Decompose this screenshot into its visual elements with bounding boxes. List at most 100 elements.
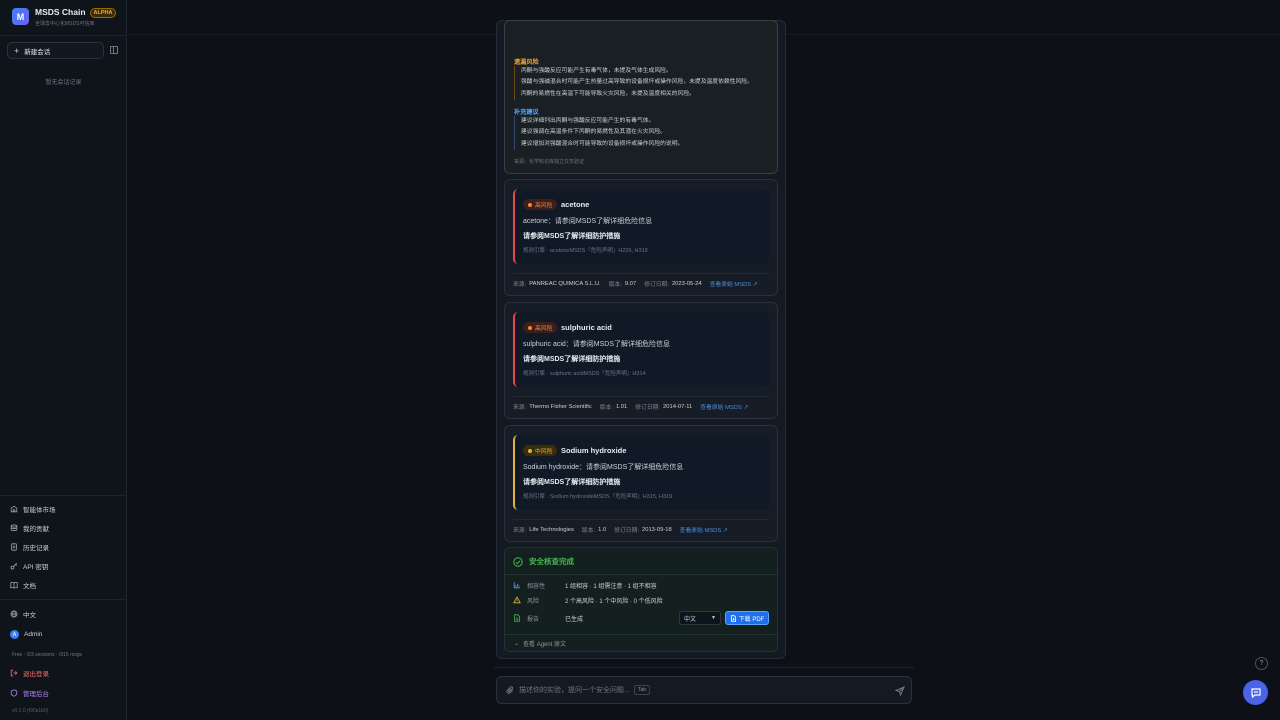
chemical-name: Sodium hydroxide bbox=[561, 446, 627, 455]
warning-icon bbox=[513, 596, 522, 604]
chemical-hazard-box: 高风险 acetone acetone：请参阅MSDS了解详细危险信息 请参阅M… bbox=[513, 189, 769, 264]
list-item: 强酸与强碱混合时可能产生热量过高导致的设备损坏或操作风险，未提及温度依赖性风险。 bbox=[521, 79, 753, 86]
hazard-description: acetone：请参阅MSDS了解详细危险信息 bbox=[523, 218, 653, 225]
feedback-chat-button[interactable] bbox=[1243, 680, 1268, 705]
dot-icon bbox=[528, 448, 532, 453]
list-item: 丙酮的易燃性在高温下可能导致火灾风险，未提及温度相关的风险。 bbox=[521, 90, 695, 97]
list-item: 丙酮与强酸反应可能产生有毒气体，未提及气体生成风险。 bbox=[521, 68, 672, 74]
missed-risks-title: 遗漏风险 bbox=[514, 59, 539, 66]
send-icon[interactable] bbox=[895, 686, 905, 696]
rule-engine-note: 规则引擎 · Sodium hydroxideMSDS『危险声明』H315, H… bbox=[523, 494, 673, 500]
divider bbox=[513, 273, 769, 274]
risk-badge: 高风险 bbox=[523, 199, 558, 210]
admin-button[interactable]: 管理后台 bbox=[10, 687, 49, 698]
view-agent-raw-toggle[interactable]: ⌄ 查看 Agent 原文 bbox=[514, 639, 566, 648]
chat-bubble-icon bbox=[1250, 687, 1261, 698]
report-value: 已生成 bbox=[565, 616, 584, 623]
list-item: 建议增加对强酸混合时可能导致的设备损坏或操作风险的说明。 bbox=[521, 140, 684, 147]
book-icon bbox=[10, 581, 18, 589]
sidebar: M MSDS Chain ALPHA 全球去中心化MSDS可信库 + 新建会话 … bbox=[0, 0, 127, 720]
sidebar-item-label: 智能体市场 bbox=[23, 506, 56, 514]
msds-source: Life Technologies bbox=[529, 526, 574, 533]
plus-icon: + bbox=[14, 45, 20, 56]
paperclip-icon[interactable] bbox=[506, 686, 515, 695]
sidebar-item-history[interactable]: 历史记录 bbox=[10, 541, 49, 552]
sidebar-item-contributions[interactable]: 我的贡献 bbox=[10, 522, 49, 533]
plan-usage: Free · 0/3 sessions · 0/15 msgs bbox=[12, 652, 83, 658]
key-icon bbox=[10, 562, 18, 570]
protection-note: 请参阅MSDS了解详细防护措施 bbox=[523, 356, 621, 363]
store-icon bbox=[10, 505, 18, 513]
result-title: 安全核查完成 bbox=[529, 557, 574, 566]
rule-engine-note: 规则引擎 · sulphuric acidMSDS『危险声明』H314 bbox=[523, 371, 646, 377]
avatar: A bbox=[10, 630, 19, 639]
new-chat-button[interactable]: + 新建会话 bbox=[7, 42, 104, 59]
chevron-down-icon: ▼ bbox=[711, 615, 716, 621]
sidebar-item-label: 历史记录 bbox=[23, 544, 49, 552]
risk-value: 2 个高风险 · 1 个中风险 · 0 个低风险 bbox=[565, 598, 663, 605]
language-label: 中文 bbox=[23, 611, 36, 619]
protection-note: 请参阅MSDS了解详细防护措施 bbox=[523, 479, 621, 486]
chemical-hazard-box: 中风险 Sodium hydroxide Sodium hydroxide：请参… bbox=[513, 435, 769, 510]
hazard-description: Sodium hydroxide：请参阅MSDS了解详细危险信息 bbox=[523, 464, 684, 471]
divider bbox=[505, 634, 777, 635]
suggestions-list: 建议详细列出丙酮与强酸反应可能产生的有毒气体。 建议强调在高温条件下丙酮的易燃性… bbox=[514, 116, 772, 150]
chat-input[interactable] bbox=[519, 683, 879, 698]
sidebar-item-agent-market[interactable]: 智能体市场 bbox=[10, 503, 56, 514]
app-title: MSDS Chain bbox=[35, 7, 86, 17]
language-switcher[interactable]: 中文 bbox=[10, 608, 36, 619]
view-msds-link[interactable]: 查看原始 MSDS ↗ bbox=[700, 402, 748, 411]
version-text: v0.2.0 (f90a1b0) bbox=[12, 708, 49, 714]
globe-icon bbox=[10, 610, 18, 618]
msds-source: PANREAC QUIMICA S.L.U. bbox=[529, 280, 601, 287]
database-icon bbox=[10, 524, 18, 532]
list-item: 建议详细列出丙酮与强酸反应可能产生的有毒气体。 bbox=[521, 118, 655, 124]
view-msds-link[interactable]: 查看原始 MSDS ↗ bbox=[680, 525, 728, 534]
new-chat-label: 新建会话 bbox=[24, 48, 51, 56]
msds-date: 2023-05-24 bbox=[671, 280, 702, 287]
divider bbox=[0, 35, 127, 36]
logout-button[interactable]: 退出登录 bbox=[10, 667, 49, 678]
divider bbox=[0, 599, 127, 600]
missed-risks-list: 丙酮与强酸反应可能产生有毒气体，未提及气体生成风险。 强酸与强碱混合时可能产生热… bbox=[514, 66, 772, 100]
file-history-icon bbox=[10, 542, 18, 551]
msds-date: 2014-07-11 bbox=[663, 403, 693, 410]
divider bbox=[513, 396, 769, 397]
main-area: 遗漏风险 丙酮与强酸反应可能产生有毒气体，未提及气体生成风险。 强酸与强碱混合时… bbox=[127, 0, 1280, 720]
document-icon bbox=[513, 614, 522, 622]
bar-chart-icon bbox=[513, 581, 522, 589]
download-pdf-button[interactable]: 下载 PDF bbox=[725, 611, 769, 625]
user-name: Admin bbox=[24, 631, 43, 638]
view-msds-link[interactable]: 查看原始 MSDS ↗ bbox=[710, 279, 758, 288]
rule-engine-note: 规则引擎 · acetoneMSDS『危险声明』H226, H319 bbox=[523, 248, 648, 254]
brand[interactable]: M MSDS Chain ALPHA 全球去中心化MSDS可信库 bbox=[12, 7, 117, 27]
chemical-card-sulphuric-acid: 高风险 sulphuric acid sulphuric acid：请参阅MSD… bbox=[504, 302, 778, 419]
chemical-hazard-box: 高风险 sulphuric acid sulphuric acid：请参阅MSD… bbox=[513, 312, 769, 387]
check-circle-icon bbox=[513, 556, 523, 567]
divider bbox=[494, 667, 914, 668]
chemical-card-sodium-hydroxide: 中风险 Sodium hydroxide Sodium hydroxide：请参… bbox=[504, 425, 778, 542]
sidebar-item-docs[interactable]: 文档 bbox=[10, 579, 36, 590]
protection-note: 请参阅MSDS了解详细防护措施 bbox=[523, 233, 621, 240]
sidebar-item-api-keys[interactable]: API 密钥 bbox=[10, 560, 48, 571]
divider bbox=[505, 574, 777, 575]
msds-date: 2013-09-18 bbox=[642, 526, 672, 533]
cross-check-card: 遗漏风险 丙酮与强酸反应可能产生有毒气体，未提及气体生成风险。 强酸与强碱混合时… bbox=[504, 20, 778, 174]
risk-badge: 高风险 bbox=[523, 322, 558, 333]
app-subtitle: 全球去中心化MSDS可信库 bbox=[35, 21, 95, 27]
sidebar-item-label: 我的贡献 bbox=[23, 525, 49, 533]
safety-check-result: 安全核查完成 相容性 1 组相容 · 1 组需注意 · 1 组不相容 风险 2 … bbox=[504, 547, 778, 652]
sidebar-toggle-icon[interactable] bbox=[110, 46, 118, 54]
alpha-badge: ALPHA bbox=[89, 7, 117, 18]
sidebar-item-label: API 密钥 bbox=[23, 563, 49, 571]
divider bbox=[0, 495, 127, 496]
source-note: 来源：化学知识库独立交叉验证 bbox=[514, 159, 585, 165]
help-button[interactable]: ? bbox=[1255, 657, 1268, 670]
tab-key-hint: Tab bbox=[634, 685, 651, 695]
empty-sessions-text: 暂无会话记录 bbox=[45, 80, 82, 86]
user-profile[interactable]: A Admin bbox=[10, 629, 42, 640]
report-language-select[interactable]: 中文 ▼ bbox=[679, 611, 721, 625]
chevron-down-icon: ⌄ bbox=[514, 641, 520, 647]
app-logo: M bbox=[12, 8, 29, 25]
list-item: 建议强调在高温条件下丙酮的易燃性及其潜在火灾风险。 bbox=[521, 129, 666, 136]
